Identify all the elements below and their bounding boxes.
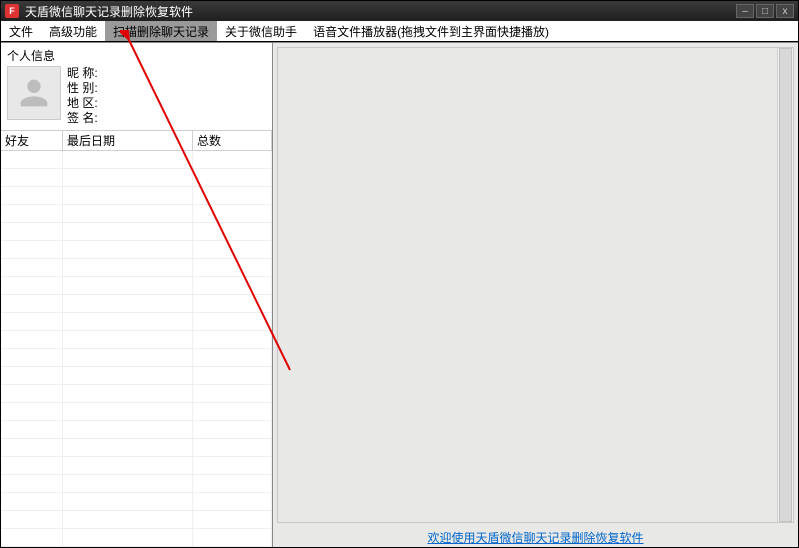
- table-row[interactable]: [1, 223, 272, 241]
- table-row[interactable]: [1, 439, 272, 457]
- profile-section-title: 个人信息: [7, 47, 266, 64]
- table-row[interactable]: [1, 151, 272, 169]
- welcome-link[interactable]: 欢迎使用天盾微信聊天记录删除恢复软件: [427, 529, 643, 546]
- scrollbar-thumb[interactable]: [779, 48, 792, 522]
- table-row[interactable]: [1, 169, 272, 187]
- vertical-scrollbar[interactable]: [777, 48, 793, 522]
- column-header-friend[interactable]: 好友: [1, 131, 63, 150]
- column-header-count[interactable]: 总数: [193, 131, 272, 150]
- table-row[interactable]: [1, 403, 272, 421]
- table-body[interactable]: [1, 151, 272, 547]
- left-panel: 个人信息 昵 称: 性 别: 地 区: 签 名:: [1, 43, 273, 547]
- table-row[interactable]: [1, 241, 272, 259]
- table-row[interactable]: [1, 295, 272, 313]
- app-logo-icon: F: [5, 4, 19, 18]
- table-row[interactable]: [1, 475, 272, 493]
- table-row[interactable]: [1, 511, 272, 529]
- main-content: 个人信息 昵 称: 性 别: 地 区: 签 名:: [1, 42, 798, 547]
- close-button[interactable]: x: [776, 4, 794, 18]
- table-row[interactable]: [1, 205, 272, 223]
- menubar: 文件 高级功能 扫描删除聊天记录 关于微信助手 语音文件播放器(拖拽文件到主界面…: [1, 21, 798, 42]
- friends-table: 好友 最后日期 总数: [1, 131, 272, 547]
- profile-section: 个人信息 昵 称: 性 别: 地 区: 签 名:: [1, 43, 272, 131]
- table-row[interactable]: [1, 421, 272, 439]
- table-row[interactable]: [1, 277, 272, 295]
- table-row[interactable]: [1, 187, 272, 205]
- profile-signature-label: 签 名:: [67, 111, 98, 126]
- profile-fields: 昵 称: 性 别: 地 区: 签 名:: [67, 66, 98, 126]
- footer-link-area: 欢迎使用天盾微信聊天记录删除恢复软件: [273, 527, 798, 547]
- window-controls: – □ x: [736, 4, 794, 18]
- menu-scan-deleted-records[interactable]: 扫描删除聊天记录: [105, 21, 217, 41]
- table-row[interactable]: [1, 385, 272, 403]
- table-header: 好友 最后日期 总数: [1, 131, 272, 151]
- profile-gender-label: 性 别:: [67, 81, 98, 96]
- menu-advanced[interactable]: 高级功能: [41, 21, 105, 41]
- menu-about[interactable]: 关于微信助手: [217, 21, 305, 41]
- right-panel: 欢迎使用天盾微信聊天记录删除恢复软件: [273, 43, 798, 547]
- table-row[interactable]: [1, 313, 272, 331]
- table-row[interactable]: [1, 331, 272, 349]
- table-row[interactable]: [1, 457, 272, 475]
- avatar: [7, 66, 61, 120]
- table-row[interactable]: [1, 493, 272, 511]
- window-title: 天盾微信聊天记录删除恢复软件: [25, 3, 736, 20]
- profile-nickname-label: 昵 称:: [67, 66, 98, 81]
- minimize-button[interactable]: –: [736, 4, 754, 18]
- table-row[interactable]: [1, 259, 272, 277]
- avatar-placeholder-icon: [14, 73, 54, 113]
- maximize-button[interactable]: □: [756, 4, 774, 18]
- table-row[interactable]: [1, 529, 272, 547]
- profile-region-label: 地 区:: [67, 96, 98, 111]
- menu-file[interactable]: 文件: [1, 21, 41, 41]
- menu-voice-player[interactable]: 语音文件播放器(拖拽文件到主界面快捷播放): [305, 21, 557, 41]
- chat-content-area[interactable]: [277, 47, 794, 523]
- table-row[interactable]: [1, 349, 272, 367]
- table-row[interactable]: [1, 367, 272, 385]
- column-header-last-date[interactable]: 最后日期: [63, 131, 193, 150]
- titlebar: F 天盾微信聊天记录删除恢复软件 – □ x: [1, 1, 798, 21]
